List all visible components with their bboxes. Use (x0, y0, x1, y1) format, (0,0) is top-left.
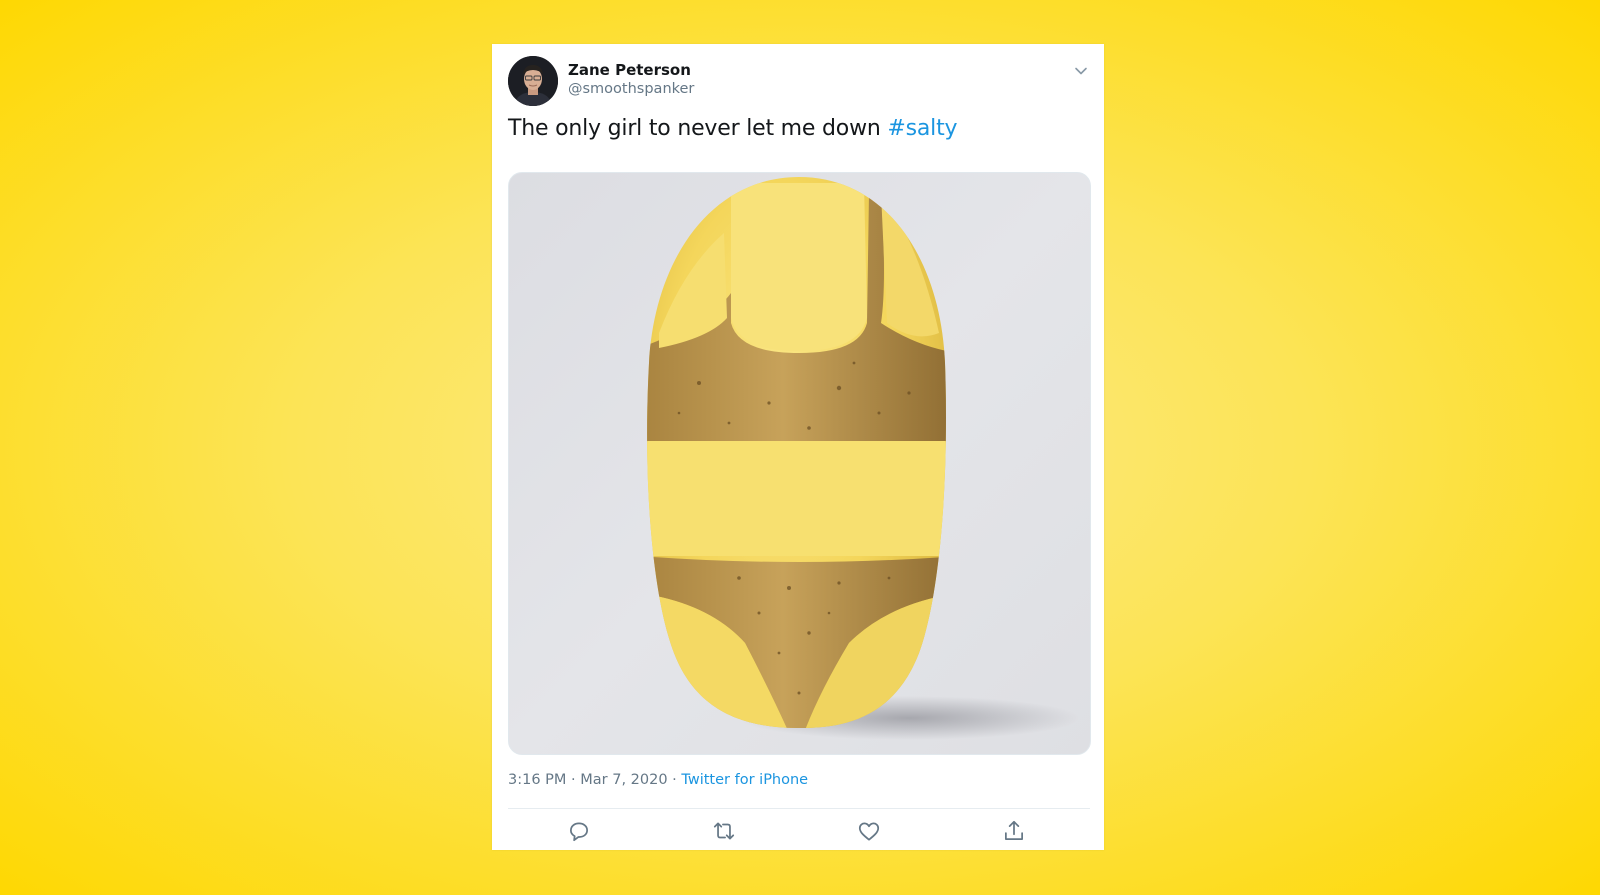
avatar[interactable] (508, 56, 558, 106)
tweet-body: The only girl to never let me down (508, 116, 888, 141)
tweet-timestamp[interactable]: 3:16 PM · Mar 7, 2020 · (508, 772, 681, 788)
author-handle[interactable]: @smoothspanker (568, 81, 694, 97)
potato-photo (647, 177, 1079, 740)
reply-icon[interactable] (566, 818, 592, 844)
tweet-media-image[interactable] (508, 172, 1091, 755)
divider (508, 808, 1090, 809)
author-name[interactable]: Zane Peterson (568, 61, 691, 79)
tweet-meta: 3:16 PM · Mar 7, 2020 · Twitter for iPho… (508, 772, 808, 788)
hashtag-link[interactable]: #salty (887, 116, 957, 141)
retweet-icon[interactable] (711, 818, 737, 844)
avatar-image (508, 56, 558, 106)
tweet-card: Zane Peterson @smoothspanker The only gi… (492, 44, 1104, 850)
tweet-source-link[interactable]: Twitter for iPhone (681, 772, 808, 788)
chevron-down-icon[interactable] (1070, 60, 1092, 82)
tweet-actions (508, 814, 1090, 848)
tweet-text: The only girl to never let me down #salt… (508, 116, 958, 141)
heart-icon[interactable] (856, 818, 882, 844)
share-icon[interactable] (1001, 818, 1027, 844)
